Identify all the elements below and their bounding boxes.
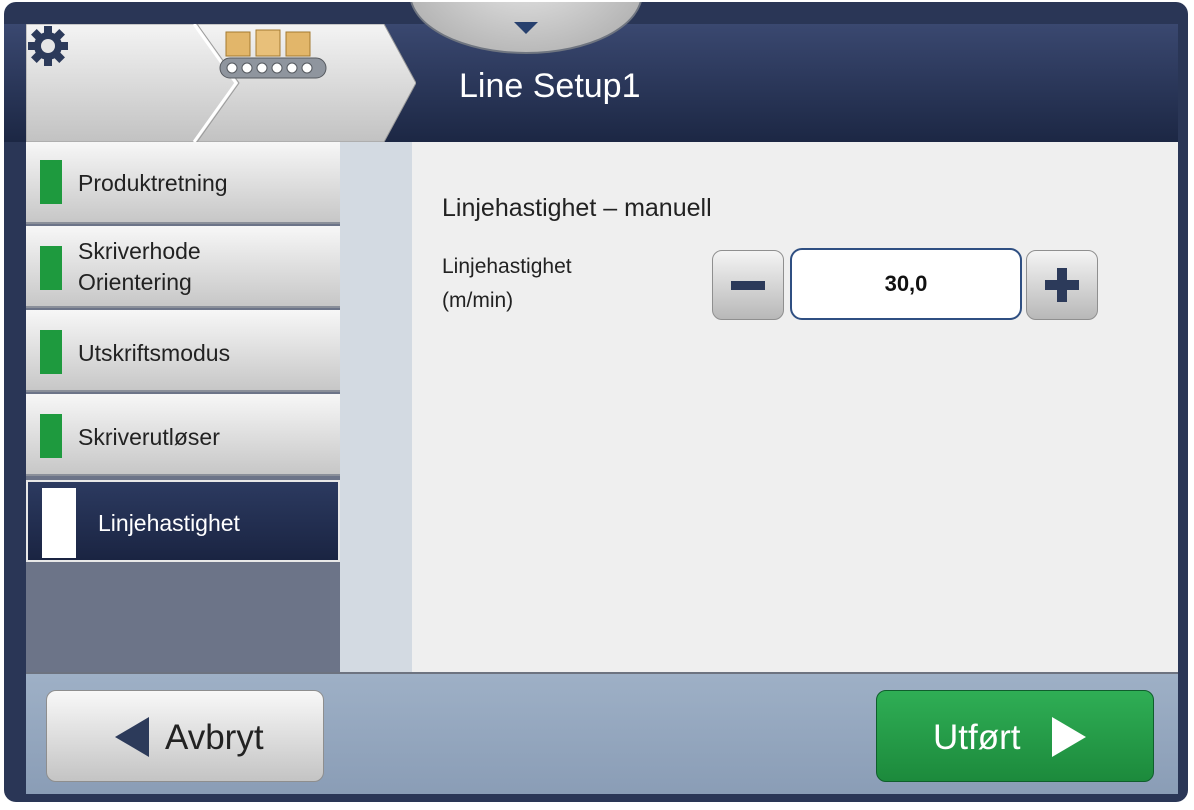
done-button-label: Utført xyxy=(933,718,1021,757)
minus-icon xyxy=(731,281,765,290)
sidebar-scrollbar[interactable] xyxy=(340,142,412,672)
conveyor-icon xyxy=(219,29,327,79)
app-window: Line Setup1 Produktretning Skriverhode O… xyxy=(4,2,1188,802)
gear-icon xyxy=(28,26,68,66)
decrease-button[interactable] xyxy=(712,250,784,320)
main-content: Linjehastighet – manuell Linjehastighet … xyxy=(412,142,1178,672)
check-icon xyxy=(40,330,62,374)
sidebar-item-utskriftsmodus[interactable]: Utskriftsmodus xyxy=(26,310,340,392)
line-speed-input[interactable]: 30,0 xyxy=(790,248,1022,320)
cancel-button[interactable]: Avbryt xyxy=(46,690,324,782)
line-speed-label: Linjehastighet (m/min) xyxy=(442,255,572,312)
check-icon xyxy=(40,246,62,290)
sidebar-item-linjehastighet[interactable]: Linjehastighet xyxy=(26,480,340,562)
breadcrumb-settings[interactable] xyxy=(26,24,236,142)
sidebar: Produktretning Skriverhode Orientering U… xyxy=(26,142,340,672)
sidebar-item-label: Skriverutløser xyxy=(78,424,220,450)
sidebar-item-skriverhode-orientering[interactable]: Skriverhode Orientering xyxy=(26,226,340,308)
sidebar-item-label: Linjehastighet xyxy=(98,510,240,536)
footer-bar: Avbryt Utført xyxy=(26,672,1178,794)
sidebar-item-produktretning[interactable]: Produktretning xyxy=(26,142,340,224)
sidebar-item-label: Produktretning xyxy=(78,170,228,196)
breadcrumb xyxy=(26,24,416,142)
breadcrumb-line-setup[interactable] xyxy=(216,24,416,142)
section-title: Linjehastighet – manuell xyxy=(442,194,712,222)
page-title: Line Setup1 xyxy=(459,67,641,105)
header: Line Setup1 xyxy=(4,2,1188,142)
done-button[interactable]: Utført xyxy=(876,690,1154,782)
sidebar-item-skriverutloser[interactable]: Skriverutløser xyxy=(26,394,340,476)
cancel-button-label: Avbryt xyxy=(165,718,264,757)
arrow-right-icon xyxy=(1052,717,1086,757)
increase-button[interactable] xyxy=(1026,250,1098,320)
arrow-left-icon xyxy=(115,717,149,757)
sidebar-item-label: Utskriftsmodus xyxy=(78,340,231,366)
sidebar-item-label: Skriverhode Orientering xyxy=(78,238,201,295)
chevron-down-icon xyxy=(514,22,538,34)
active-indicator xyxy=(42,488,76,558)
check-icon xyxy=(40,160,62,204)
check-icon xyxy=(40,414,62,458)
plus-icon xyxy=(1045,268,1079,302)
